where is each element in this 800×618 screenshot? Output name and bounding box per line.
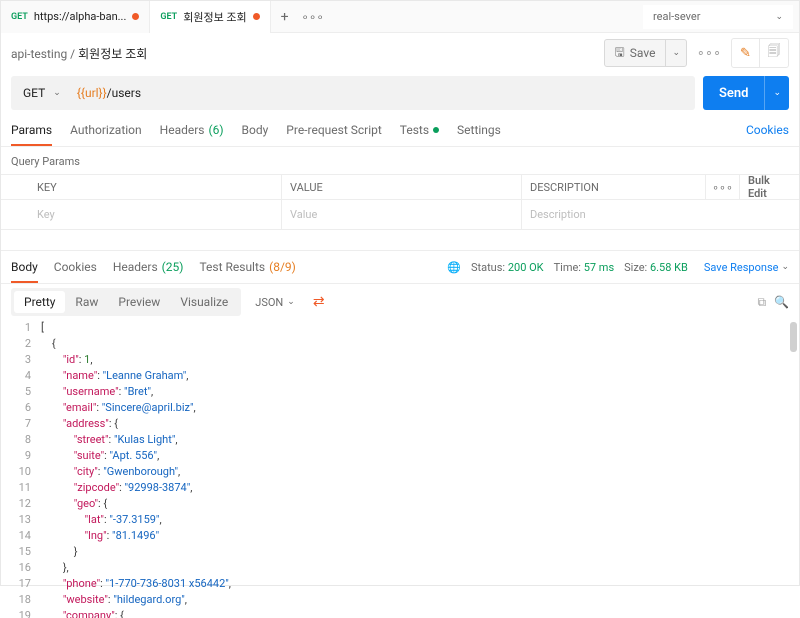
tab-request-0[interactable]: GET https://alpha-ban...	[1, 1, 150, 33]
chevron-down-icon: ⌄	[775, 12, 783, 22]
request-tabs-bar: GET https://alpha-ban... GET 회원정보 조회 + ∘…	[1, 1, 799, 33]
col-actions-button[interactable]: ∘∘∘	[705, 175, 739, 199]
method-selector[interactable]: GET ⌄	[11, 76, 69, 110]
tests-indicator-icon	[433, 127, 439, 133]
tab-params[interactable]: Params	[11, 113, 52, 146]
copy-icon[interactable]: ⧉	[757, 295, 766, 310]
request-subtabs: Params Authorization Headers (6) Body Pr…	[1, 113, 799, 147]
send-button[interactable]: Send	[703, 76, 765, 110]
chevron-down-icon: ⌄	[672, 48, 680, 58]
chevron-down-icon: ⌄	[53, 88, 61, 98]
param-row-empty: Key Value Description	[1, 200, 799, 230]
environment-selector[interactable]: real-sever ⌄	[643, 5, 793, 29]
search-icon[interactable]: 🔍	[774, 295, 789, 310]
view-pretty[interactable]: Pretty	[14, 291, 65, 313]
col-key: KEY	[1, 175, 281, 199]
new-tab-button[interactable]: +	[271, 9, 299, 25]
unsaved-dot-icon	[132, 13, 139, 20]
line-gutter: 12345678910111213141516171819202122	[1, 320, 41, 618]
col-value: VALUE	[281, 175, 521, 199]
tab-settings[interactable]: Settings	[457, 113, 501, 146]
breadcrumb-parent[interactable]: api-testing	[11, 47, 67, 61]
params-table-header: KEY VALUE DESCRIPTION ∘∘∘ Bulk Edit	[1, 174, 799, 200]
query-params-label: Query Params	[1, 147, 799, 174]
view-raw[interactable]: Raw	[65, 291, 108, 313]
tab-prerequest[interactable]: Pre-request Script	[286, 113, 381, 146]
tab-headers[interactable]: Headers (6)	[160, 113, 224, 146]
save-button[interactable]: 🖫 Save	[605, 40, 666, 66]
resp-tab-headers[interactable]: Headers (25)	[113, 251, 184, 283]
url-path: /users	[107, 86, 141, 100]
param-value-input[interactable]: Value	[281, 200, 521, 229]
request-header: api-testing / 회원정보 조회 🖫 Save ⌄ ∘∘∘ ✎ 🗐	[1, 33, 799, 73]
col-description: DESCRIPTION	[521, 175, 705, 199]
url-variable: {{url}}	[77, 86, 107, 100]
view-toggle-group: ✎ 🗐	[731, 38, 789, 68]
save-response-button[interactable]: Save Response ⌄	[704, 261, 789, 274]
resp-tab-cookies[interactable]: Cookies	[54, 251, 97, 283]
tab-authorization[interactable]: Authorization	[70, 113, 142, 146]
comment-icon[interactable]: 🗐	[760, 39, 788, 67]
response-actions: ⧉ 🔍	[757, 295, 789, 310]
view-preview[interactable]: Preview	[108, 291, 170, 313]
cookies-link[interactable]: Cookies	[746, 113, 789, 146]
param-desc-input[interactable]: Description	[521, 200, 799, 229]
scrollbar-thumb[interactable]	[790, 322, 797, 352]
bulk-edit-button[interactable]: Bulk Edit	[739, 175, 799, 199]
resp-tab-body[interactable]: Body	[11, 251, 38, 283]
param-key-input[interactable]: Key	[1, 200, 281, 229]
chevron-down-icon: ⌄	[781, 262, 789, 272]
tab-title: 회원정보 조회	[183, 9, 246, 25]
wrap-lines-icon[interactable]: ⇄	[309, 294, 329, 310]
save-label: Save	[630, 46, 656, 60]
breadcrumb-current: 회원정보 조회	[78, 47, 147, 61]
code-content: [ { "id": 1, "name": "Leanne Graham", "u…	[41, 320, 799, 618]
format-selector[interactable]: JSON ⌄	[247, 292, 303, 313]
tab-title: https://alpha-ban...	[34, 10, 127, 23]
tab-method: GET	[160, 12, 177, 22]
view-visualize[interactable]: Visualize	[170, 291, 238, 313]
response-view-bar: Pretty Raw Preview Visualize JSON ⌄ ⇄ ⧉ …	[1, 284, 799, 320]
view-mode-group: Pretty Raw Preview Visualize	[11, 288, 241, 316]
breadcrumb: api-testing / 회원정보 조회	[11, 45, 147, 62]
edit-icon[interactable]: ✎	[732, 39, 760, 67]
network-icon[interactable]: 🌐	[447, 261, 461, 274]
save-dropdown[interactable]: ⌄	[665, 40, 686, 66]
resp-tab-tests[interactable]: Test Results (8/9)	[199, 251, 295, 283]
url-bar: GET ⌄ {{url}}/users	[11, 76, 695, 110]
response-tabs: Body Cookies Headers (25) Test Results (…	[1, 250, 799, 284]
more-actions-button[interactable]: ∘∘∘	[695, 39, 723, 67]
response-status: 🌐 Status: 200 OK Time: 57 ms Size: 6.58 …	[447, 261, 688, 274]
save-button-group: 🖫 Save ⌄	[604, 39, 687, 67]
tab-body[interactable]: Body	[242, 113, 269, 146]
url-row: GET ⌄ {{url}}/users Send ⌄	[1, 73, 799, 113]
environment-name: real-sever	[653, 10, 700, 23]
url-input[interactable]: {{url}}/users	[69, 86, 149, 100]
unsaved-dot-icon	[253, 13, 260, 20]
chevron-down-icon: ⌄	[287, 297, 295, 307]
response-body[interactable]: 12345678910111213141516171819202122 [ { …	[1, 320, 799, 618]
tab-method: GET	[11, 12, 28, 22]
tab-tests[interactable]: Tests	[400, 113, 439, 146]
method-value: GET	[23, 86, 45, 100]
send-dropdown[interactable]: ⌄	[764, 76, 789, 110]
save-icon: 🖫	[615, 43, 625, 64]
tab-request-1[interactable]: GET 회원정보 조회	[150, 1, 270, 33]
tab-overflow-button[interactable]: ∘∘∘	[299, 10, 327, 24]
send-group: Send ⌄	[703, 76, 789, 110]
